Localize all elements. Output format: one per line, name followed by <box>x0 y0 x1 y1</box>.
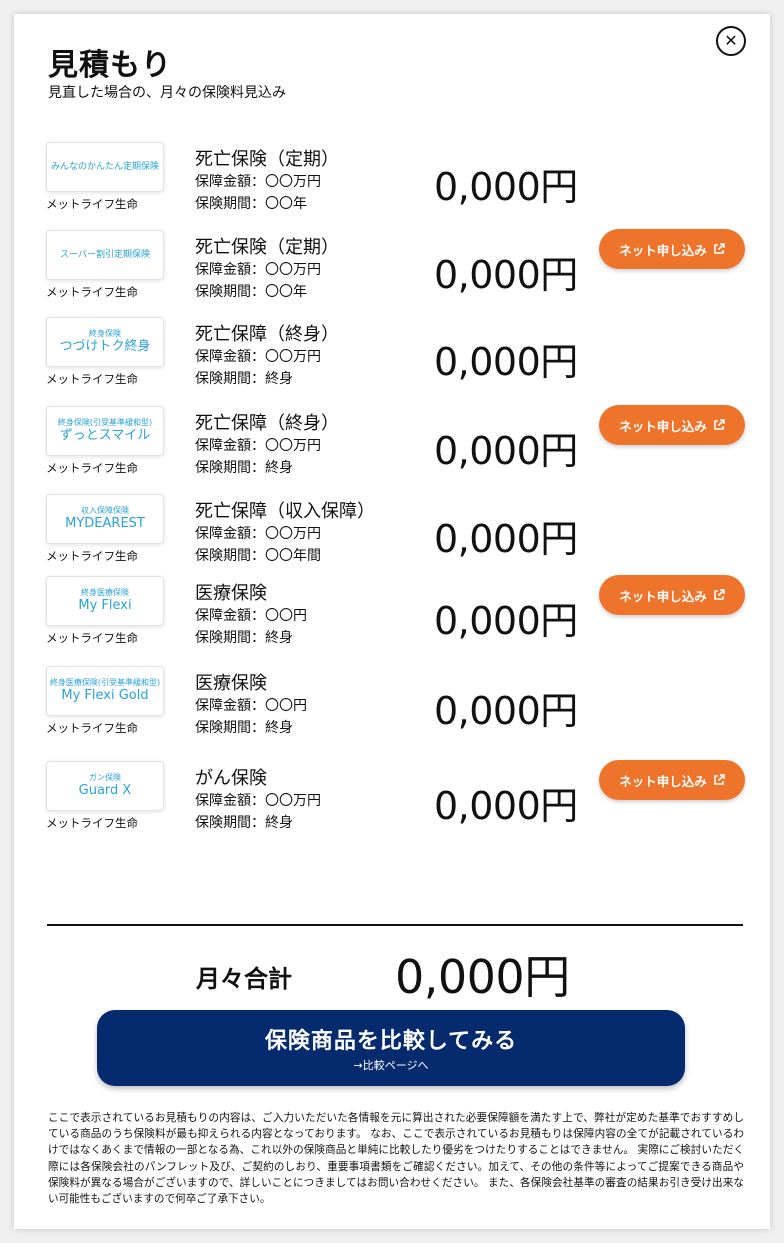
estimate-modal: 見積もり 見直した場合の、月々の保険料見込み ✕ みんなのかんたん定期保険メット… <box>14 14 770 1229</box>
coverage-amount: 保障金額：〇〇万円 <box>195 438 321 454</box>
company-name: メットライフ生命 <box>46 372 138 386</box>
product-row: 終身医療保険(引受基準緩和型) My Flexi Gold メットライフ生命 医療保険… <box>14 666 770 746</box>
monthly-premium: 0,000円 <box>434 165 578 209</box>
product-type: 死亡保険（定期） <box>195 237 339 258</box>
product-logo: ガン保険 Guard X <box>46 761 164 811</box>
product-type: 死亡保障（終身） <box>195 324 339 345</box>
product-logo-name: Guard X <box>78 783 132 798</box>
product-type: 死亡保障（収入保障） <box>195 501 375 522</box>
company-name: メットライフ生命 <box>46 631 138 645</box>
coverage-term: 保険期間：終身 <box>195 815 293 831</box>
divider <box>47 924 743 926</box>
company-name: メットライフ生命 <box>46 285 138 299</box>
product-logo: みんなのかんたん定期保険 <box>46 142 164 192</box>
company-name: メットライフ生命 <box>46 721 138 735</box>
product-logo-caption: 終身医療保険(引受基準緩和型) <box>49 678 161 688</box>
product-type: 医療保険 <box>195 583 267 604</box>
monthly-premium: 0,000円 <box>434 429 578 473</box>
external-link-icon <box>713 774 725 785</box>
total-value: 0,000円 <box>395 950 570 1004</box>
coverage-term: 保険期間：〇〇年 <box>195 196 307 212</box>
page-title: 見積もり <box>48 48 172 83</box>
close-icon[interactable]: ✕ <box>716 26 746 56</box>
product-logo-caption: 収入保障保険 <box>81 506 129 516</box>
compare-button-label: 保険商品を比較してみる <box>264 1029 518 1054</box>
coverage-amount: 保障金額：〇〇万円 <box>195 174 321 190</box>
net-apply-label: ネット申し込み <box>619 242 707 258</box>
product-row: みんなのかんたん定期保険メットライフ生命 死亡保険（定期） 保障金額：〇〇万円 保険期… <box>14 142 770 222</box>
coverage-term: 保険期間：〇〇年 <box>195 284 307 300</box>
monthly-premium: 0,000円 <box>434 689 578 733</box>
coverage-amount: 保障金額：〇〇万円 <box>195 526 321 542</box>
coverage-amount: 保障金額：〇〇万円 <box>195 349 321 365</box>
product-row: 終身医療保険 My Flexi メットライフ生命 医療保険保障金額：〇〇円 保険期間：終… <box>14 575 770 656</box>
coverage-term: 保険期間：終身 <box>195 720 293 736</box>
company-name: メットライフ生命 <box>46 197 138 211</box>
coverage-amount: 保障金額：〇〇万円 <box>195 793 321 809</box>
product-logo: 終身医療保険 My Flexi <box>46 576 164 626</box>
product-logo-name: スーパー割引定期保険 <box>60 249 150 260</box>
coverage-term: 保険期間：〇〇年間 <box>195 548 321 564</box>
product-type: 死亡保障（終身） <box>195 413 339 434</box>
net-apply-label: ネット申し込み <box>619 588 707 604</box>
product-logo: 終身保険(引受基準緩和型) ずっとスマイル <box>46 406 164 456</box>
company-name: メットライフ生命 <box>46 461 138 475</box>
product-logo-name: ずっとスマイル <box>59 428 151 443</box>
product-row: 収入保障保険 MYDEAREST メットライフ生命 死亡保障（収入保障） 保障金額：〇〇… <box>14 494 770 574</box>
compare-button-sublabel: →比較ページへ <box>353 1059 429 1072</box>
coverage-term: 保険期間：終身 <box>195 371 293 387</box>
monthly-premium: 0,000円 <box>434 253 578 297</box>
product-logo-caption: 終身保険(引受基準緩和型) <box>57 418 153 428</box>
product-row: スーパー割引定期保険メットライフ生命 死亡保険（定期） 保障金額：〇〇万円 保険期間：… <box>14 229 770 310</box>
net-apply-label: ネット申し込み <box>619 773 707 789</box>
product-logo: 終身医療保険(引受基準緩和型) My Flexi Gold <box>46 666 164 716</box>
product-logo-name: つづけトク終身 <box>59 339 151 354</box>
external-link-icon <box>713 419 725 430</box>
company-name: メットライフ生命 <box>46 549 138 563</box>
product-logo-caption: 終身保険 <box>89 329 121 339</box>
product-logo: 終身保険 つづけトク終身 <box>46 317 164 367</box>
product-row: 終身保険(引受基準緩和型) ずっとスマイルメットライフ生命 死亡保障（終身） 保障金額… <box>14 405 770 486</box>
compare-button[interactable]: 保険商品を比較してみる →比較ページへ <box>97 1010 685 1086</box>
net-apply-label: ネット申し込み <box>619 418 707 434</box>
product-type: 医療保険 <box>195 673 267 694</box>
coverage-amount: 保障金額：〇〇万円 <box>195 262 321 278</box>
net-apply-button[interactable]: ネット申し込み <box>599 229 745 269</box>
net-apply-button[interactable]: ネット申し込み <box>599 405 745 445</box>
product-type: がん保険 <box>195 768 267 789</box>
product-logo-name: My Flexi <box>78 598 132 613</box>
external-link-icon <box>713 589 725 600</box>
product-row: ガン保険 Guard X メットライフ生命 がん保険保障金額：〇〇万円 保険期間：終身 0… <box>14 760 770 841</box>
product-row: 終身保険 つづけトク終身メットライフ生命 死亡保障（終身） 保障金額：〇〇万円 保険期間… <box>14 317 770 397</box>
total-label: 月々合計 <box>196 965 292 993</box>
product-logo-name: My Flexi Gold <box>61 688 149 703</box>
product-logo-name: MYDEAREST <box>65 516 145 531</box>
product-logo-caption: ガン保険 <box>89 773 121 783</box>
external-link-icon <box>713 243 725 254</box>
monthly-premium: 0,000円 <box>434 340 578 384</box>
coverage-amount: 保障金額：〇〇円 <box>195 698 307 714</box>
product-logo: スーパー割引定期保険 <box>46 230 164 280</box>
net-apply-button[interactable]: ネット申し込み <box>599 760 745 800</box>
product-type: 死亡保険（定期） <box>195 149 339 170</box>
monthly-premium: 0,000円 <box>434 517 578 561</box>
company-name: メットライフ生命 <box>46 816 138 830</box>
product-logo-name: みんなのかんたん定期保険 <box>50 161 159 172</box>
product-logo-caption: 終身医療保険 <box>81 588 129 598</box>
monthly-premium: 0,000円 <box>434 599 578 643</box>
product-logo: 収入保障保険 MYDEAREST <box>46 494 164 544</box>
monthly-premium: 0,000円 <box>434 784 578 828</box>
disclaimer-text: ここで表示されているお見積もりの内容は、ご入力いただいた各情報を元に算出された必… <box>48 1112 744 1206</box>
page-subtitle: 見直した場合の、月々の保険料見込み <box>48 85 286 101</box>
coverage-amount: 保障金額：〇〇円 <box>195 608 307 624</box>
coverage-term: 保険期間：終身 <box>195 460 293 476</box>
coverage-term: 保険期間：終身 <box>195 630 293 646</box>
net-apply-button[interactable]: ネット申し込み <box>599 575 745 615</box>
